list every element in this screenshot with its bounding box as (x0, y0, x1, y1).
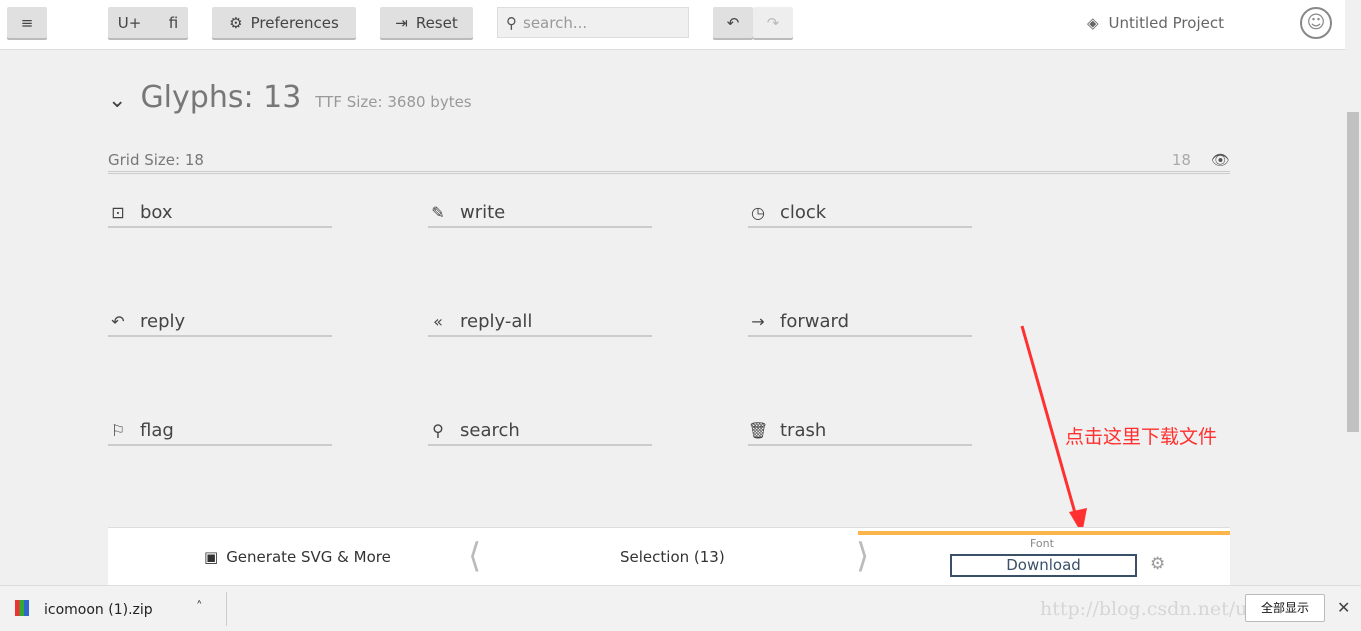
glyph-item[interactable]: ⊡ box (108, 198, 332, 228)
generate-svg-button[interactable]: ▣ Generate SVG & More (204, 548, 391, 566)
zip-file-icon (15, 600, 29, 616)
browser-download-bar: icomoon (1).zip ˄ http://blog.csdn.net/u… (0, 585, 1361, 631)
flag-icon: ⚐ (110, 420, 126, 440)
grid-size-bar: Grid Size: 18 18 👁 (108, 151, 1230, 174)
inbox-icon: ⊡ (111, 202, 125, 222)
image-icon: ▣ (204, 548, 219, 566)
glyph-item[interactable]: ✎ write (428, 198, 652, 228)
reset-label: Reset (415, 13, 458, 32)
reset-button[interactable]: ⇥ Reset (380, 7, 473, 38)
font-label: Font (1030, 537, 1054, 550)
font-settings-gear-icon[interactable]: ⚙ (1150, 554, 1165, 574)
glyph-name: box (140, 201, 173, 223)
avatar[interactable]: ☺ (1300, 7, 1332, 39)
reset-icon: ⇥ (395, 13, 408, 32)
glyph-item[interactable]: ⚐ flag (108, 416, 332, 446)
ligature-button[interactable]: ﬁ (169, 14, 178, 32)
glyph-item[interactable]: 🗑 trash (748, 416, 972, 446)
glyph-name: reply (140, 310, 186, 332)
glyph-item[interactable]: ↶ reply (108, 307, 332, 337)
arrow-right-icon: → (751, 311, 765, 331)
char-mode-group: U+ ﬁ (108, 7, 188, 38)
download-button[interactable]: Download (950, 554, 1137, 577)
chevron-down-icon[interactable]: ⌄ (108, 88, 126, 113)
glyph-name: search (460, 419, 520, 441)
reply-all-icon: « (433, 311, 443, 331)
search-icon: ⚲ (432, 420, 444, 440)
glyph-name: flag (140, 419, 174, 441)
show-all-button[interactable]: 全部显示 (1245, 594, 1325, 622)
selection-button[interactable]: Selection (13) (620, 548, 725, 566)
project-name: Untitled Project (1108, 14, 1224, 32)
glyph-item[interactable]: « reply-all (428, 307, 652, 337)
hamburger-icon: ≡ (20, 13, 34, 32)
preferences-button[interactable]: ⚙ Preferences (212, 7, 356, 38)
glyph-name: forward (780, 310, 850, 332)
footer-bar: ▣ Generate SVG & More ⟨ Selection (13) ⟩ … (108, 527, 1230, 585)
clock-icon: ◷ (751, 202, 765, 222)
font-tab-accent (858, 531, 1230, 535)
pencil-icon: ✎ (431, 202, 445, 222)
preferences-label: Preferences (250, 13, 339, 32)
unicode-button[interactable]: U+ (118, 14, 142, 32)
download-file-name[interactable]: icomoon (1).zip (44, 602, 153, 618)
glyph-item[interactable]: ⚲ search (428, 416, 652, 446)
glyph-name: clock (780, 201, 827, 223)
grid-size-value[interactable]: 18 (1172, 151, 1191, 169)
grid-size-label: Grid Size: 18 (108, 151, 204, 169)
project-selector[interactable]: ◈ Untitled Project (1087, 14, 1224, 32)
search-placeholder: search... (523, 13, 588, 32)
redo-icon: ↷ (766, 13, 780, 32)
reply-icon: ↶ (111, 311, 125, 331)
trash-icon: 🗑 (748, 420, 769, 440)
top-toolbar: ≡ U+ ﬁ ⚙ Preferences ⇥ Reset ⚲ search... ↶ … (0, 0, 1345, 50)
glyph-section-header: ⌄ Glyphs: 13 TTF Size: 3680 bytes (108, 80, 472, 115)
redo-button[interactable]: ↷ (753, 7, 793, 38)
undo-button[interactable]: ↶ (713, 7, 753, 38)
glyph-item[interactable]: → forward (748, 307, 972, 337)
generate-label: Generate SVG & More (226, 548, 391, 566)
layers-icon: ◈ (1087, 14, 1099, 32)
ttf-size: TTF Size: 3680 bytes (315, 93, 472, 111)
glyph-name: reply-all (460, 310, 533, 332)
chevron-up-icon[interactable]: ˄ (196, 600, 203, 615)
close-icon[interactable]: ✕ (1337, 598, 1350, 617)
eye-icon[interactable]: 👁 (1211, 151, 1230, 169)
glyph-item[interactable]: ◷ clock (748, 198, 972, 228)
search-icon: ⚲ (506, 13, 517, 32)
right-chevron-icon: ⟩ (856, 536, 870, 576)
left-chevron-icon: ⟨ (468, 536, 482, 576)
glyph-name: trash (780, 419, 827, 441)
menu-button[interactable]: ≡ (7, 7, 47, 38)
scrollbar-thumb[interactable] (1347, 112, 1359, 432)
undo-icon: ↶ (726, 13, 740, 32)
watermark: http://blog.csdn.net/u (1040, 598, 1248, 620)
section-title: Glyphs: 13 (140, 80, 302, 115)
search-input[interactable]: ⚲ search... (497, 7, 689, 38)
annotation-arrow (1020, 325, 1087, 534)
gear-icon: ⚙ (229, 13, 243, 32)
glyph-name: write (460, 201, 506, 223)
divider (226, 592, 227, 626)
